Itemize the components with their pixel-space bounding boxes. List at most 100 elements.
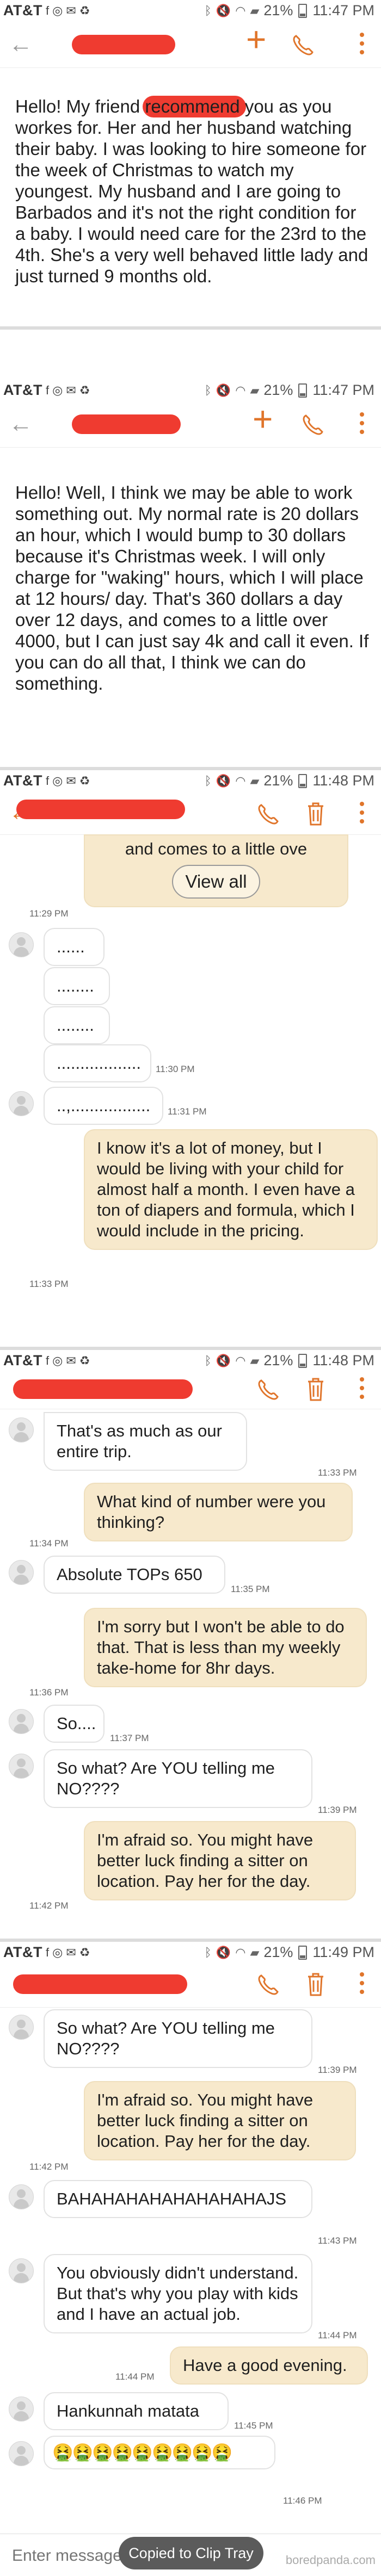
message-text: So....	[44, 1705, 105, 1743]
signal-icon: ▰	[250, 1353, 260, 1367]
mute-icon: 🔇	[216, 1353, 231, 1367]
back-arrow-icon[interactable]: ←	[9, 29, 33, 60]
message-text: You obviously didn't understand. But tha…	[44, 2254, 312, 2333]
message-timestamp: 11:46 PM	[283, 2496, 322, 2506]
redacted-contact-name	[72, 414, 181, 434]
avatar	[9, 1709, 34, 1734]
instagram-icon: ◎	[52, 1945, 63, 1959]
watermark: boredpanda.com	[285, 2553, 376, 2567]
conversation-header: ←	[0, 1964, 381, 2008]
add-contact-button[interactable]: +	[253, 401, 273, 436]
status-bar: AT&T f ◎ ✉ ♻ ᛒ 🔇 ◠ ▰ 21% 11:48 PM	[0, 770, 381, 792]
battery-percent: 21%	[263, 1352, 293, 1369]
message-incoming[interactable]: BAHAHAHAHAHAHAHAHAJS	[44, 2180, 312, 2218]
battery-icon	[298, 1945, 308, 1960]
message-text: Hello! Well, I think we may be able to w…	[15, 482, 369, 693]
clock: 11:47 PM	[312, 2, 374, 18]
message-timestamp: 11:34 PM	[29, 1538, 69, 1549]
message-incoming[interactable]: 🤮🤮🤮🤮🤮🤮🤮🤮🤮	[44, 2436, 275, 2469]
avatar	[9, 1754, 34, 1779]
bluetooth-icon: ᛒ	[204, 1945, 212, 1959]
avatar	[9, 932, 34, 957]
sync-icon: ♻	[79, 1945, 90, 1959]
battery-percent: 21%	[263, 2, 293, 18]
message-text: That's as much as our entire trip.	[44, 1412, 247, 1471]
message-outgoing[interactable]: I'm afraid so. You might have better luc…	[84, 2081, 356, 2160]
more-options-icon[interactable]	[359, 1377, 365, 1402]
avatar	[9, 2184, 34, 2209]
message-outgoing[interactable]: Have a good evening.	[170, 2346, 368, 2385]
message-incoming[interactable]: ..,.................	[44, 1087, 163, 1125]
conversation-header: ← +	[0, 22, 381, 68]
message-text: Hello! My friend recommend you as you wo…	[15, 96, 368, 286]
call-button[interactable]	[300, 413, 324, 437]
wifi-icon: ◠	[235, 1353, 246, 1367]
facebook-icon: f	[45, 1945, 50, 1959]
message-outgoing[interactable]: What kind of number were you thinking?	[84, 1483, 353, 1541]
more-options-icon[interactable]	[359, 802, 365, 827]
sync-icon: ♻	[79, 773, 90, 788]
wifi-icon: ◠	[235, 773, 246, 788]
add-contact-button[interactable]: +	[246, 22, 266, 57]
more-options-icon[interactable]	[359, 1972, 365, 1997]
message-incoming[interactable]: Absolute TOPs 650	[44, 1556, 225, 1594]
message-incoming[interactable]: So....	[44, 1705, 105, 1743]
clipboard-toast: Copied to Clip Tray	[119, 2537, 263, 2569]
message-timestamp: 11:42 PM	[29, 2162, 69, 2172]
message-text: So what? Are YOU telling me NO????	[44, 2009, 312, 2068]
status-bar: AT&T f ◎ ✉ ♻ ᛒ 🔇 ◠ ▰ 21% 11:47 PM	[0, 380, 381, 401]
clock: 11:49 PM	[312, 1944, 374, 1960]
call-button[interactable]	[256, 1973, 280, 1997]
sync-icon: ♻	[79, 383, 90, 397]
redacted-contact-name	[13, 1974, 187, 1994]
message-outgoing[interactable]: I'm sorry but I won't be able to do that…	[84, 1608, 367, 1687]
message-text: I'm sorry but I won't be able to do that…	[84, 1608, 367, 1687]
more-options-icon[interactable]	[359, 33, 365, 58]
redacted-contact-name	[16, 800, 185, 819]
battery-icon	[298, 383, 308, 398]
facebook-icon: f	[45, 773, 50, 788]
message-incoming[interactable]: ........	[44, 967, 110, 1005]
message-outgoing[interactable]: and comes to a little ove View all	[84, 834, 348, 907]
notification-icon: ✉	[66, 3, 76, 17]
message-incoming[interactable]: ......	[44, 928, 105, 966]
bluetooth-icon: ᛒ	[204, 1353, 212, 1367]
call-button[interactable]	[256, 1378, 280, 1402]
message-incoming[interactable]: So what? Are YOU telling me NO????	[44, 2009, 312, 2068]
message-incoming[interactable]: ..................	[44, 1044, 151, 1082]
battery-percent: 21%	[263, 382, 293, 398]
delete-icon[interactable]	[305, 1971, 327, 1997]
call-button[interactable]	[256, 803, 280, 827]
message-timestamp: 11:31 PM	[168, 1106, 207, 1117]
message-incoming[interactable]: You obviously didn't understand. But tha…	[44, 2254, 312, 2333]
screenshot-panel-3: AT&T f ◎ ✉ ♻ ᛒ 🔇 ◠ ▰ 21% 11:48 PM ←	[0, 770, 381, 1347]
message-text: So what? Are YOU telling me NO????	[44, 1749, 312, 1808]
mute-icon: 🔇	[216, 1945, 231, 1959]
delete-icon[interactable]	[305, 801, 327, 827]
message-incoming[interactable]: Hankunnah matata	[44, 2392, 229, 2430]
message-incoming[interactable]: ........	[44, 1006, 110, 1044]
mute-icon: 🔇	[216, 383, 231, 397]
avatar	[9, 2441, 34, 2466]
delete-icon[interactable]	[305, 1376, 327, 1402]
call-button[interactable]	[291, 34, 315, 58]
facebook-icon: f	[45, 383, 50, 397]
message-outgoing[interactable]: I know it's a lot of money, but I would …	[84, 1129, 378, 1250]
clock: 11:48 PM	[312, 772, 374, 789]
message-text: I know it's a lot of money, but I would …	[84, 1129, 378, 1250]
message-timestamp: 11:44 PM	[318, 2330, 357, 2340]
avatar	[9, 2015, 34, 2040]
more-options-icon[interactable]	[359, 412, 365, 437]
message-incoming[interactable]: That's as much as our entire trip.	[44, 1412, 247, 1471]
message-timestamp: 11:39 PM	[318, 1805, 357, 1815]
message-outgoing[interactable]: I'm afraid so. You might have better luc…	[84, 1821, 356, 1900]
status-bar: AT&T f ◎ ✉ ♻ ᛒ 🔇 ◠ ▰ 21% 11:47 PM	[0, 0, 381, 22]
message-text: and comes to a little ove	[125, 839, 308, 858]
message-incoming[interactable]: So what? Are YOU telling me NO????	[44, 1749, 312, 1808]
message-timestamp: 11:45 PM	[234, 2420, 273, 2431]
view-all-button[interactable]: View all	[172, 865, 260, 899]
carrier-label: AT&T	[3, 772, 42, 789]
back-arrow-icon[interactable]: ←	[9, 409, 33, 439]
clock: 11:47 PM	[312, 382, 374, 398]
screenshot-panel-2: AT&T f ◎ ✉ ♻ ᛒ 🔇 ◠ ▰ 21% 11:47 PM ← + He…	[0, 330, 381, 767]
